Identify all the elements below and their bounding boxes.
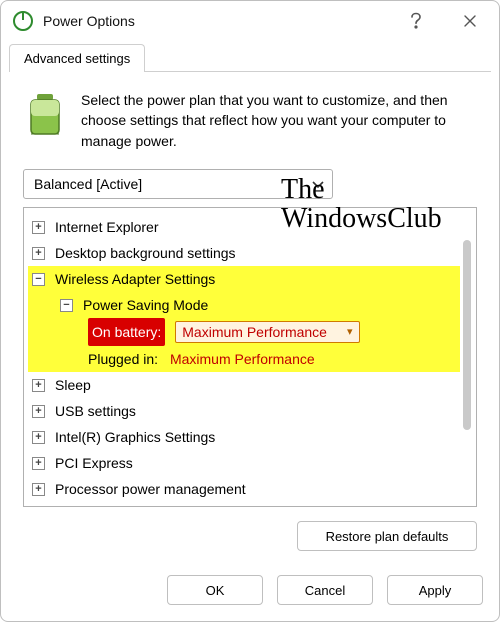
expand-icon[interactable] <box>32 457 45 470</box>
expand-icon[interactable] <box>32 247 45 260</box>
on-battery-value-select[interactable]: Maximum Performance ▾ <box>175 321 359 343</box>
tab-strip: Advanced settings <box>1 41 499 71</box>
expand-icon[interactable] <box>32 431 45 444</box>
intro-text: Select the power plan that you want to c… <box>81 90 477 151</box>
tree-item-wireless-adapter[interactable]: Wireless Adapter Settings <box>28 266 460 292</box>
expand-icon[interactable] <box>32 221 45 234</box>
cancel-button[interactable]: Cancel <box>277 575 373 605</box>
power-plan-select[interactable]: Balanced [Active] <box>23 169 333 199</box>
intro-block: Select the power plan that you want to c… <box>23 90 477 151</box>
tree-item-plugged-in[interactable]: Plugged in: Maximum Performance <box>28 346 436 372</box>
tree-item-processor-power[interactable]: Processor power management <box>28 476 460 502</box>
plugged-in-value: Maximum Performance <box>170 346 315 372</box>
scrollbar-thumb[interactable] <box>463 240 471 430</box>
battery-icon <box>23 90 67 151</box>
plugged-in-label: Plugged in: <box>88 346 158 372</box>
dialog-footer: OK Cancel Apply <box>1 567 499 621</box>
tree-item-sleep[interactable]: Sleep <box>28 372 460 398</box>
expand-icon[interactable] <box>32 379 45 392</box>
content-area: Select the power plan that you want to c… <box>1 72 499 567</box>
close-button[interactable] <box>447 1 493 41</box>
tab-advanced-settings[interactable]: Advanced settings <box>9 44 145 72</box>
tree-item-desktop-background[interactable]: Desktop background settings <box>28 240 460 266</box>
tree-item-usb-settings[interactable]: USB settings <box>28 398 460 424</box>
tree-item-power-saving-mode[interactable]: Power Saving Mode <box>28 292 448 318</box>
expand-icon[interactable] <box>32 483 45 496</box>
settings-tree: Internet Explorer Desktop background set… <box>23 207 477 507</box>
restore-plan-defaults-button[interactable]: Restore plan defaults <box>297 521 477 551</box>
window-title: Power Options <box>43 13 385 29</box>
ok-button[interactable]: OK <box>167 575 263 605</box>
collapse-icon[interactable] <box>60 299 73 312</box>
on-battery-label: On battery: <box>88 318 165 346</box>
scrollbar[interactable] <box>460 210 474 504</box>
chevron-down-icon <box>312 176 324 192</box>
apply-button[interactable]: Apply <box>387 575 483 605</box>
collapse-icon[interactable] <box>32 273 45 286</box>
tree-item-display[interactable]: Display <box>28 502 460 507</box>
tree-item-pci-express[interactable]: PCI Express <box>28 450 460 476</box>
power-plan-selected: Balanced [Active] <box>34 176 142 192</box>
expand-icon[interactable] <box>32 405 45 418</box>
tree-item-on-battery[interactable]: On battery: Maximum Performance ▾ <box>28 318 436 346</box>
tree-item-internet-explorer[interactable]: Internet Explorer <box>28 214 460 240</box>
tree-item-intel-graphics[interactable]: Intel(R) Graphics Settings <box>28 424 460 450</box>
power-options-dialog: Power Options Advanced settings <box>0 0 500 622</box>
titlebar: Power Options <box>1 1 499 41</box>
power-options-icon <box>11 9 35 33</box>
chevron-down-icon: ▾ <box>347 319 353 345</box>
help-button[interactable] <box>393 1 439 41</box>
